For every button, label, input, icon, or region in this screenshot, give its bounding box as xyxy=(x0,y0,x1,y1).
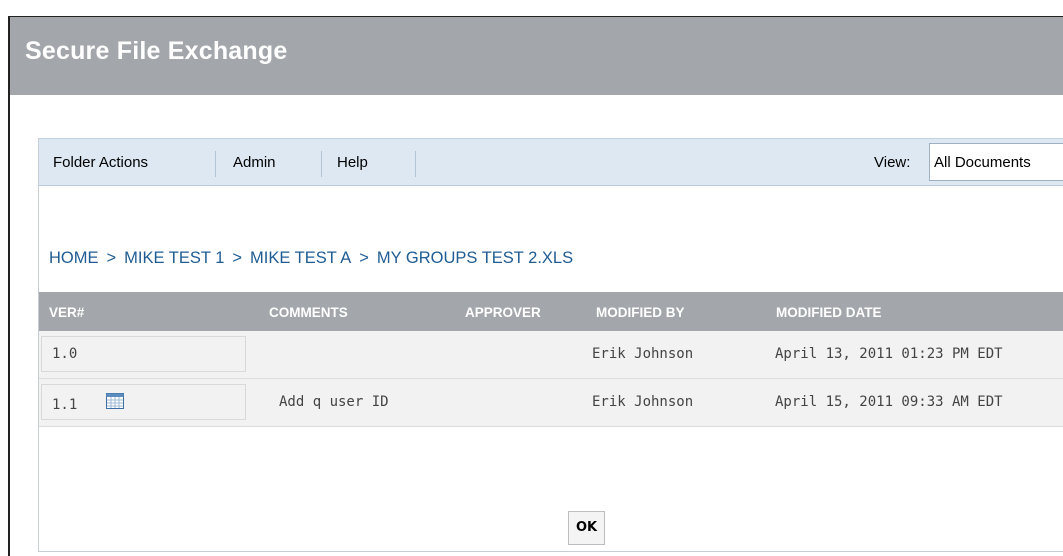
table-header: VER# COMMENTS APPROVER MODIFIED BY MODIF… xyxy=(39,292,1063,331)
modified-date-cell: April 13, 2011 01:23 PM EDT xyxy=(775,346,1003,362)
column-approver[interactable]: APPROVER xyxy=(465,305,541,320)
modified-by-cell: Erik Johnson xyxy=(592,346,694,362)
app-title: Secure File Exchange xyxy=(25,37,288,65)
modified-date-cell: April 15, 2011 09:33 AM EDT xyxy=(775,394,1003,410)
ok-button[interactable]: OK xyxy=(568,511,605,545)
table-row[interactable]: 1.1 Add q user ID Erik Johnson April 15,… xyxy=(39,379,1063,427)
version-cell: 1.1 xyxy=(41,384,246,420)
breadcrumb-mike-test-1[interactable]: MIKE TEST 1 xyxy=(124,249,224,267)
modified-by-cell: Erik Johnson xyxy=(592,394,694,410)
version-number: 1.0 xyxy=(52,346,78,362)
breadcrumb-separator: > xyxy=(232,249,243,267)
calendar-icon[interactable] xyxy=(106,393,124,409)
comment-cell: Add q user ID xyxy=(279,394,389,410)
column-comments[interactable]: COMMENTS xyxy=(269,305,348,320)
view-label: View: xyxy=(874,154,911,171)
table-row[interactable]: 1.0 Erik Johnson April 13, 2011 01:23 PM… xyxy=(39,331,1063,379)
title-bar: Secure File Exchange xyxy=(10,17,1063,95)
app-window: Secure File Exchange Folder Actions Admi… xyxy=(8,16,1063,556)
menu-help[interactable]: Help xyxy=(337,154,368,171)
breadcrumb-separator: > xyxy=(106,249,117,267)
menu-divider xyxy=(215,151,216,177)
column-modified-date[interactable]: MODIFIED DATE xyxy=(776,305,882,320)
menu-folder-actions[interactable]: Folder Actions xyxy=(53,154,148,171)
breadcrumb-home[interactable]: HOME xyxy=(49,249,99,267)
column-ver[interactable]: VER# xyxy=(49,305,84,320)
menu-divider xyxy=(321,151,322,177)
toolbar: Folder Actions Admin Help View: All Docu… xyxy=(39,138,1063,186)
breadcrumb: HOME > MIKE TEST 1 > MIKE TEST A > MY GROUPS T… xyxy=(49,249,573,268)
menu-admin[interactable]: Admin xyxy=(233,154,276,171)
view-select[interactable]: All Documents xyxy=(929,143,1063,181)
document-panel: Folder Actions Admin Help View: All Docu… xyxy=(38,138,1063,552)
version-cell: 1.0 xyxy=(41,336,246,372)
column-modified-by[interactable]: MODIFIED BY xyxy=(596,305,685,320)
menu-divider xyxy=(415,151,416,177)
breadcrumb-current-file: MY GROUPS TEST 2.XLS xyxy=(376,249,574,267)
breadcrumb-mike-test-a[interactable]: MIKE TEST A xyxy=(250,249,351,267)
breadcrumb-separator: > xyxy=(359,249,369,267)
version-number: 1.1 xyxy=(52,397,78,413)
